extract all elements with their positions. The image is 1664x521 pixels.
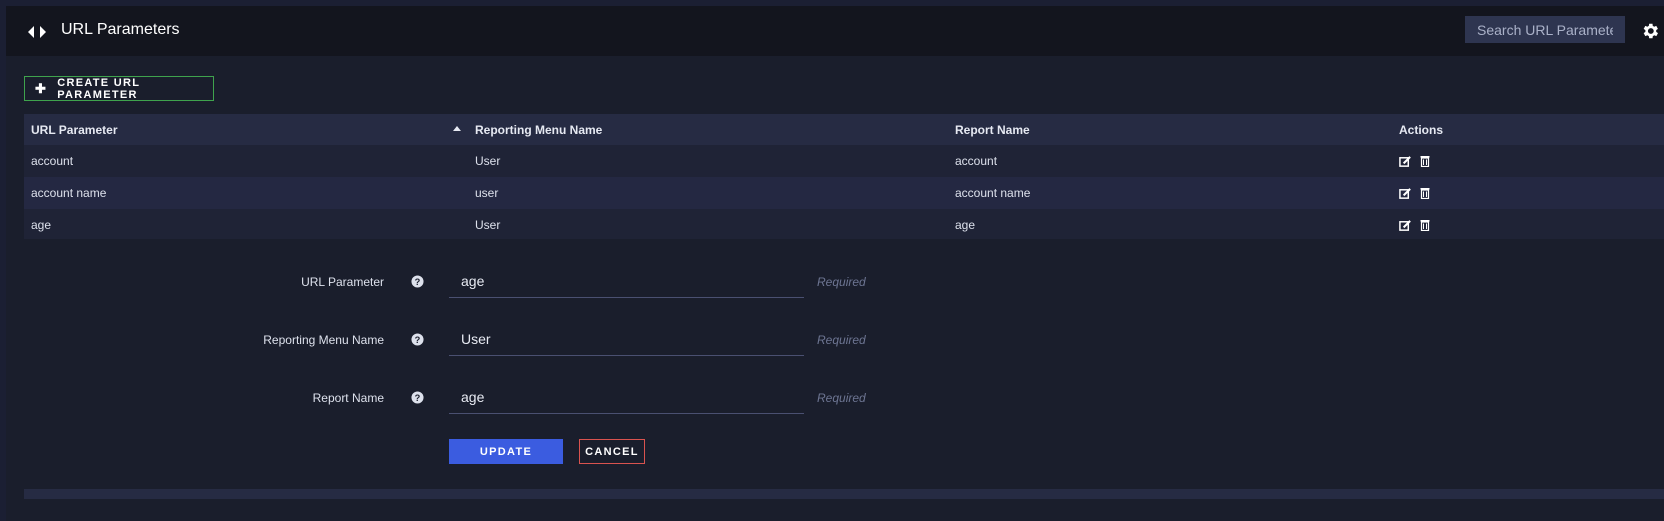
top-bar: URL Parameters — [6, 6, 1664, 56]
edit-icon[interactable] — [1399, 219, 1412, 232]
edit-form: URL Parameter ? Required Reporting Menu … — [24, 239, 1664, 489]
svg-text:?: ? — [415, 277, 421, 287]
form-row-url-parameter: URL Parameter ? Required — [24, 265, 1664, 305]
table-row: account User account — [24, 145, 1664, 177]
cell-reporting-menu-name: user — [475, 186, 499, 200]
plus-icon: ✚ — [35, 80, 48, 96]
table-row: account name user account name — [24, 177, 1664, 209]
report-name-field[interactable] — [449, 381, 804, 414]
cell-report-name: account name — [955, 186, 1031, 200]
cell-report-name: account — [955, 154, 998, 168]
column-header-report-name[interactable]: Report Name — [955, 114, 1030, 145]
column-header-reporting-menu-name[interactable]: Reporting Menu Name — [475, 114, 602, 145]
required-hint: Required — [817, 391, 866, 405]
cell-reporting-menu-name: User — [475, 218, 501, 232]
cell-url-parameter: account — [31, 154, 74, 168]
sort-ascending-icon[interactable] — [453, 126, 461, 131]
url-parameter-field[interactable] — [449, 265, 804, 298]
field-label: URL Parameter — [301, 275, 384, 289]
update-button[interactable]: UPDATE — [449, 439, 563, 464]
table-row: age User age — [24, 209, 1664, 241]
trash-icon[interactable] — [1420, 187, 1430, 199]
required-hint: Required — [817, 333, 866, 347]
cell-reporting-menu-name: User — [475, 154, 501, 168]
question-circle-icon[interactable]: ? — [411, 275, 424, 288]
code-arrows-icon — [28, 26, 46, 38]
required-hint: Required — [817, 275, 866, 289]
form-row-report-name: Report Name ? Required — [24, 381, 1664, 421]
table-header: URL Parameter Reporting Menu Name Report… — [24, 114, 1664, 145]
field-label: Report Name — [312, 391, 384, 405]
svg-text:?: ? — [415, 393, 421, 403]
row-actions — [1399, 177, 1430, 209]
trash-icon[interactable] — [1420, 219, 1430, 231]
edit-icon[interactable] — [1399, 187, 1412, 200]
page-title: URL Parameters — [61, 21, 180, 38]
question-circle-icon[interactable]: ? — [411, 333, 424, 346]
cancel-button[interactable]: CANCEL — [579, 439, 645, 464]
url-parameter-table: URL Parameter Reporting Menu Name Report… — [24, 114, 1664, 241]
search-input[interactable] — [1465, 16, 1625, 43]
cell-url-parameter: age — [31, 218, 52, 232]
form-row-reporting-menu-name: Reporting Menu Name ? Required — [24, 323, 1664, 363]
question-circle-icon[interactable]: ? — [411, 391, 424, 404]
column-header-url-parameter[interactable]: URL Parameter — [31, 114, 117, 145]
column-header-actions: Actions — [1399, 122, 1444, 137]
row-actions — [1399, 145, 1430, 177]
create-url-parameter-button[interactable]: ✚ CREATE URL PARAMETER — [24, 76, 214, 101]
edit-icon[interactable] — [1399, 155, 1412, 168]
cell-url-parameter: account name — [31, 186, 107, 200]
table-footer — [24, 489, 1664, 499]
svg-text:?: ? — [415, 335, 421, 345]
reporting-menu-name-field[interactable] — [449, 323, 804, 356]
cell-report-name: age — [955, 218, 976, 232]
trash-icon[interactable] — [1420, 155, 1430, 167]
field-label: Reporting Menu Name — [263, 333, 384, 347]
create-button-label: CREATE URL PARAMETER — [57, 76, 141, 101]
app-frame: URL Parameters ✚ CREATE URL PARAMETER UR… — [6, 6, 1664, 521]
row-actions — [1399, 209, 1430, 241]
gear-icon[interactable] — [1640, 21, 1660, 41]
